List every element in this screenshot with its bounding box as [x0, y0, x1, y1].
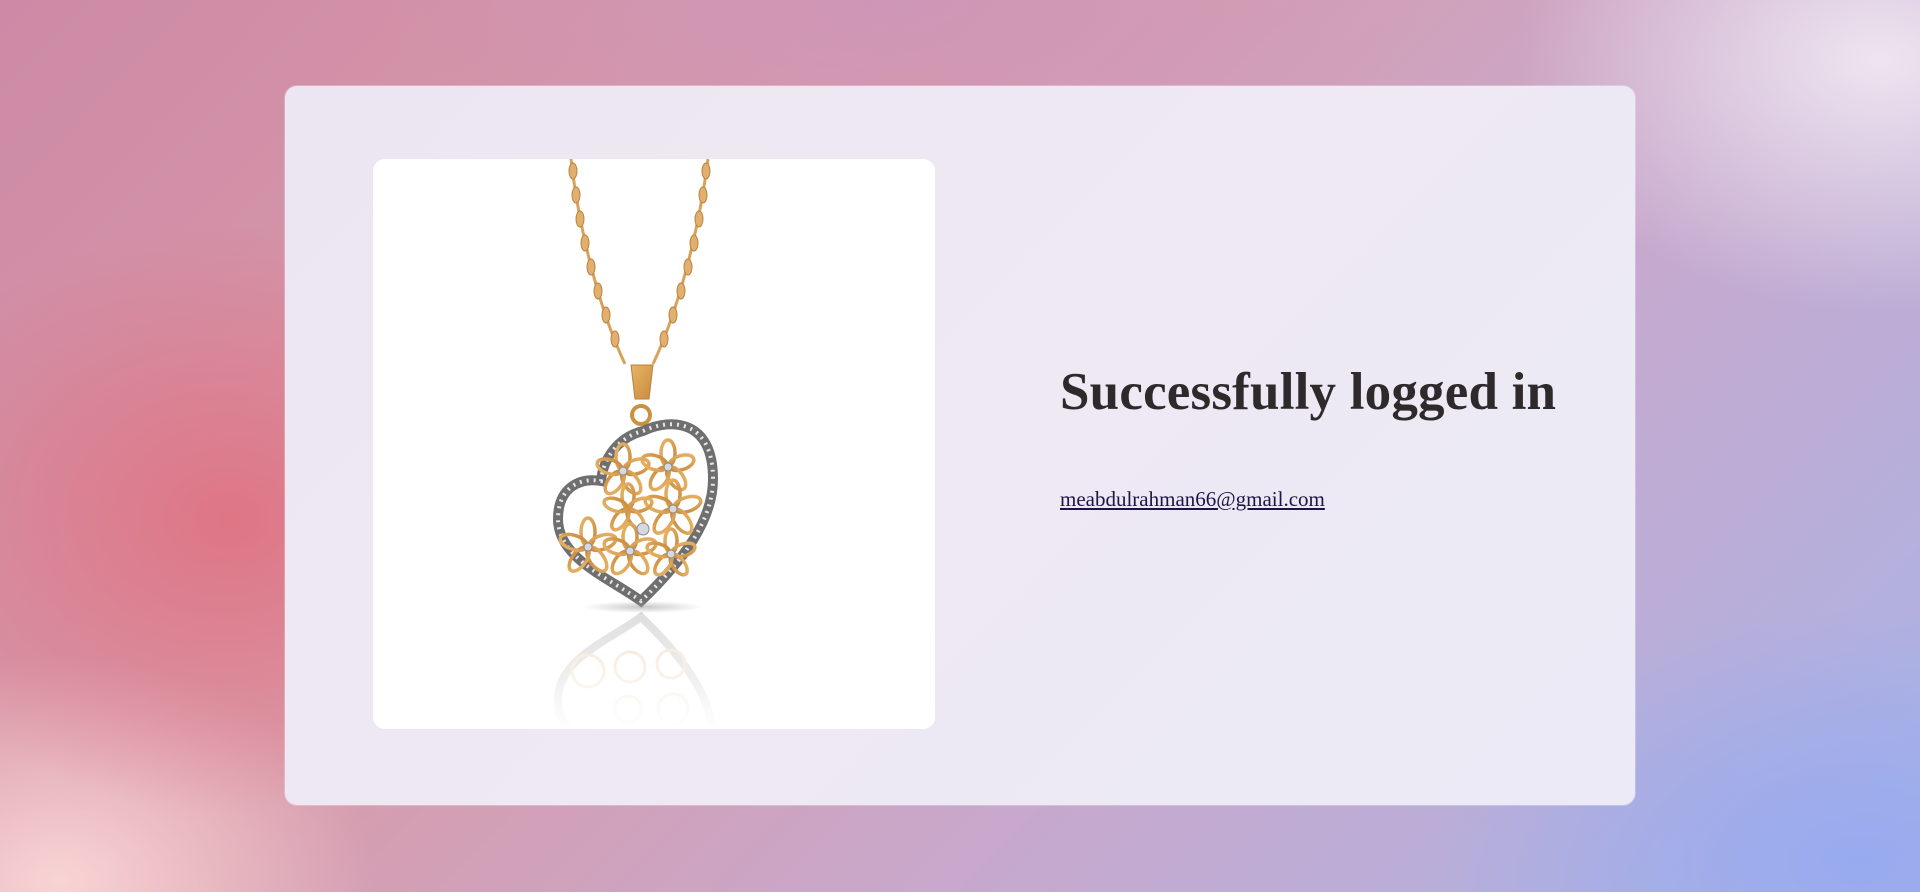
page-title: Successfully logged in	[1060, 363, 1557, 421]
login-success-card: Successfully logged in meabdulrahman66@g…	[285, 86, 1635, 805]
user-email-link[interactable]: meabdulrahman66@gmail.com	[1060, 487, 1325, 512]
heart-pendant-necklace-image	[373, 159, 935, 729]
product-image-panel	[373, 159, 935, 729]
login-message: Successfully logged in meabdulrahman66@g…	[1060, 366, 1600, 512]
